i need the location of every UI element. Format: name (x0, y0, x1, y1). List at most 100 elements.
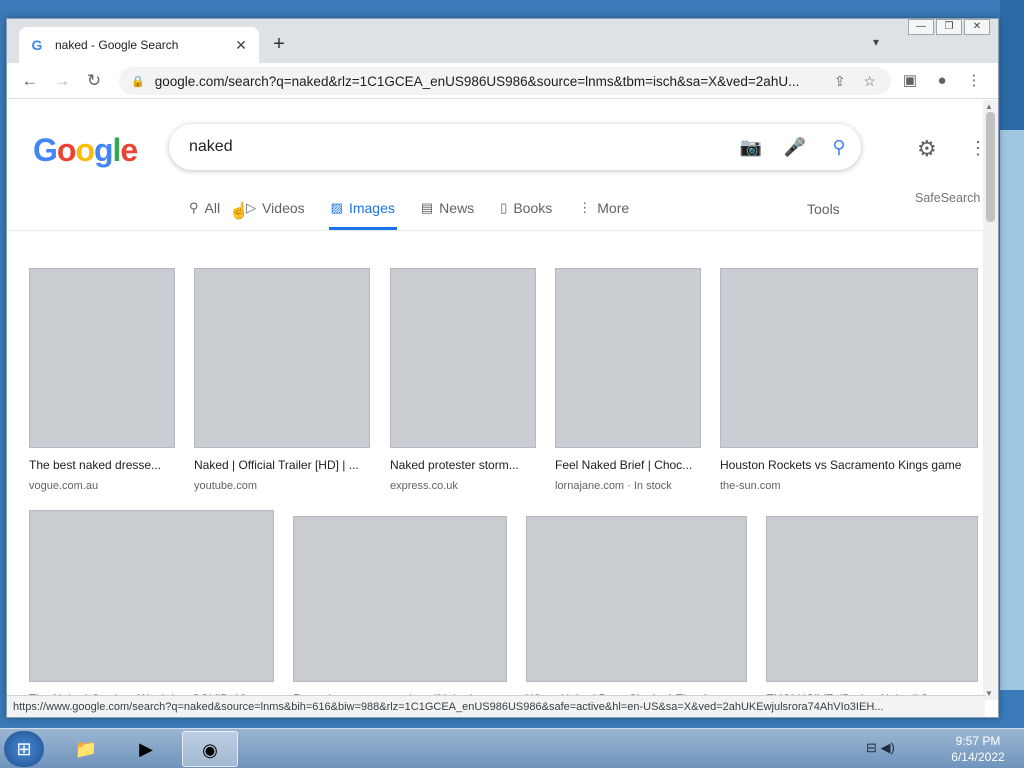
image-thumbnail-placeholder[interactable] (766, 516, 978, 682)
side-panel-icon[interactable]: ▣ (899, 70, 921, 92)
address-bar[interactable]: 🔒 google.com/search?q=naked&rlz=1C1GCEA_… (119, 67, 891, 95)
start-button[interactable]: ⊞ (4, 731, 44, 767)
mouse-pointer-icon: ☝ (229, 203, 249, 220)
scroll-down-arrow-icon[interactable]: ▼ (985, 689, 993, 698)
search-input[interactable]: naked (189, 138, 729, 156)
logo-letter: e (120, 132, 138, 168)
image-result[interactable]: Feel Naked Brief | Choc... lornajane.com… (555, 268, 701, 492)
image-result[interactable]: EXCLUSIVE: 'Dating Naked' Season ... (766, 516, 978, 700)
google-logo[interactable]: Google (33, 132, 138, 169)
search-icon[interactable]: ⚲ (817, 137, 861, 158)
image-result[interactable]: The best naked dresse... vogue.com.au (29, 268, 175, 492)
back-arrow-icon[interactable]: ← (19, 70, 41, 92)
tools-button[interactable]: Tools (807, 201, 840, 217)
image-thumbnail-placeholder[interactable] (526, 516, 747, 682)
result-caption[interactable]: Naked | Official Trailer [HD] | ... (194, 458, 370, 472)
taskbar: ⊞ 📁 ▶ ◉ ⊟ ◀) 9:57 PM 6/14/2022 (0, 728, 1024, 768)
new-tab-button[interactable]: + (269, 33, 289, 55)
address-url[interactable]: google.com/search?q=naked&rlz=1C1GCEA_en… (155, 74, 825, 89)
window-controls: — ❐ ✕ (908, 19, 990, 35)
result-caption[interactable]: Houston Rockets vs Sacramento Kings game (720, 458, 978, 472)
tray-network-volume-icon[interactable]: ⊟ ◀) (866, 740, 895, 756)
tab-all[interactable]: ⚲ All (187, 198, 222, 230)
tab-label: Books (513, 200, 553, 216)
result-source: express.co.uk (390, 480, 458, 492)
profile-avatar-icon[interactable]: ● (931, 70, 953, 92)
result-source: vogue.com.au (29, 480, 99, 492)
tab-label: News (439, 200, 475, 216)
image-result[interactable]: The Naked Cowboy Won't Let COVID-19 ... (29, 510, 274, 700)
result-caption[interactable]: The best naked dresse... (29, 458, 175, 472)
file-explorer-icon[interactable]: 📁 (58, 731, 114, 767)
camera-search-icon[interactable]: 📷 (729, 137, 773, 158)
settings-gear-icon[interactable]: ⚙ (917, 136, 937, 162)
image-result[interactable]: Naked protester storm... express.co.uk (390, 268, 536, 492)
tab-books[interactable]: ▯ Books (498, 198, 554, 230)
more-vert-icon: ⋮ (578, 200, 592, 215)
news-icon: ▤ (420, 200, 434, 215)
logo-letter: g (93, 132, 114, 168)
browser-window: G naked - Google Search ✕ + ▾ — ❐ ✕ ← → … (6, 18, 999, 718)
image-result[interactable]: Roanoke woman survives “Naked a... (293, 516, 507, 700)
google-favicon-icon: G (31, 37, 43, 53)
search-type-tabs: ⚲ All ▷ Videos ▨ Images ▤ News ▯ Books ⋮… (187, 198, 653, 230)
image-thumbnail-placeholder[interactable] (720, 268, 978, 448)
tab-more[interactable]: ⋮ More (576, 198, 631, 230)
image-result[interactable]: Houston Rockets vs Sacramento Kings game… (720, 268, 978, 492)
media-player-icon[interactable]: ▶ (118, 731, 174, 767)
tab-label: More (597, 200, 630, 216)
image-thumbnail-placeholder[interactable] (293, 516, 507, 682)
clock-time: 9:57 PM (955, 734, 1001, 748)
close-tab-icon[interactable]: ✕ (233, 37, 249, 54)
close-window-button[interactable]: ✕ (964, 19, 990, 35)
search-icon: ⚲ (189, 200, 199, 215)
scroll-up-arrow-icon[interactable]: ▲ (985, 102, 993, 111)
logo-letter: o (75, 132, 95, 168)
share-icon[interactable]: ⇪ (825, 73, 855, 90)
vertical-scrollbar[interactable]: ▲ ▼ (983, 100, 998, 700)
tab-strip: G naked - Google Search ✕ + ▾ — ❐ ✕ (7, 19, 998, 63)
image-thumbnail-placeholder[interactable] (390, 268, 536, 448)
image-icon: ▨ (330, 200, 343, 215)
restore-button[interactable]: ❐ (936, 19, 962, 35)
image-result[interactable]: When Naked Boys Singing! First App... (526, 516, 747, 700)
result-source: lornajane.com · In stock (555, 480, 672, 492)
book-icon: ▯ (500, 200, 508, 215)
logo-letter: o (56, 132, 77, 168)
result-caption[interactable]: Naked protester storm... (390, 458, 536, 472)
tab-label: Videos (262, 200, 305, 216)
chrome-icon[interactable]: ◉ (182, 731, 238, 767)
image-thumbnail-placeholder[interactable] (29, 268, 175, 448)
logo-letter: G (33, 132, 58, 168)
image-result[interactable]: Naked | Official Trailer [HD] | ... yout… (194, 268, 370, 492)
desktop-background-window (1000, 130, 1024, 690)
browser-toolbar: ← → ↻ 🔒 google.com/search?q=naked&rlz=1C… (7, 63, 998, 99)
result-source: youtube.com (194, 480, 257, 492)
tab-search-chevron-icon[interactable]: ▾ (873, 35, 879, 49)
image-thumbnail-placeholder[interactable] (29, 510, 274, 682)
search-box[interactable]: naked 📷 🎤 ⚲ (169, 124, 861, 170)
taskbar-clock[interactable]: 9:57 PM 6/14/2022 (938, 733, 1018, 765)
desktop-background (1000, 0, 1024, 130)
image-thumbnail-placeholder[interactable] (194, 268, 370, 448)
page-content: Google naked 📷 🎤 ⚲ ⚙ ⋮⋮ ⚲ All ▷ Videos ▨… (7, 100, 985, 700)
tab-news[interactable]: ▤ News (419, 198, 476, 230)
scrollbar-thumb[interactable] (986, 112, 995, 222)
minimize-button[interactable]: — (908, 19, 934, 35)
browser-menu-icon[interactable]: ⋮ (963, 70, 985, 92)
tab-label: All (204, 200, 221, 216)
status-link-url: https://www.google.com/search?q=naked&so… (13, 700, 884, 713)
result-source: the-sun.com (720, 480, 781, 492)
tab-images[interactable]: ▨ Images (328, 198, 397, 230)
safesearch-link[interactable]: SafeSearch (915, 191, 980, 205)
bookmark-star-icon[interactable]: ☆ (855, 73, 885, 90)
microphone-icon[interactable]: 🎤 (773, 137, 817, 158)
result-caption[interactable]: Feel Naked Brief | Choc... (555, 458, 701, 472)
forward-arrow-icon[interactable]: → (51, 70, 73, 92)
image-thumbnail-placeholder[interactable] (555, 268, 701, 448)
reload-icon[interactable]: ↻ (83, 70, 105, 92)
tab-google-search[interactable]: G naked - Google Search ✕ (19, 27, 259, 63)
header-divider (7, 230, 985, 231)
tab-videos[interactable]: ▷ Videos (244, 198, 307, 230)
lock-icon[interactable]: 🔒 (131, 75, 145, 88)
